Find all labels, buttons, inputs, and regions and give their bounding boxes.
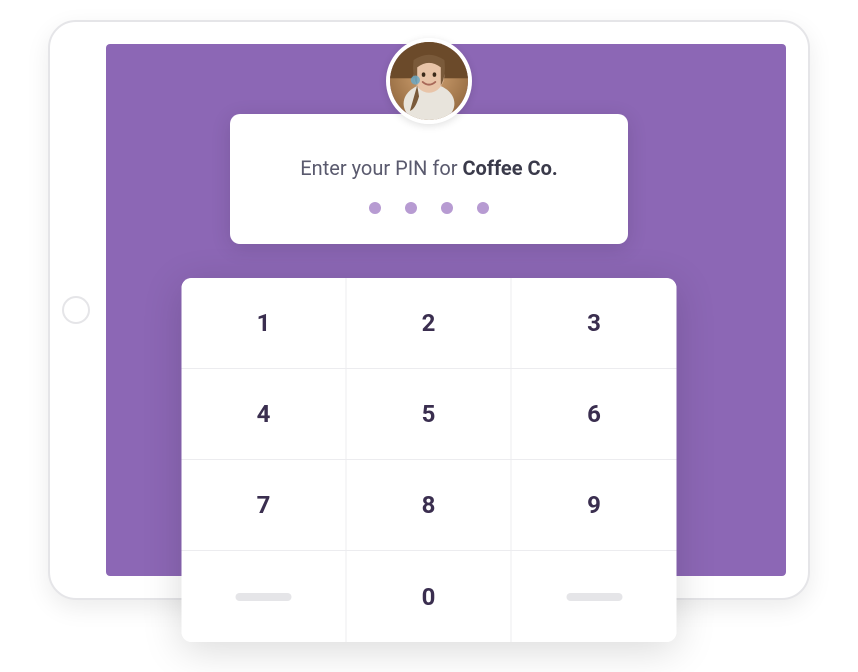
keypad-key-4[interactable]: 4 [182,369,347,460]
keypad-key-9[interactable]: 9 [512,460,677,551]
pin-dot [369,202,381,214]
keypad-key-3[interactable]: 3 [512,278,677,369]
keypad-key-8[interactable]: 8 [347,460,512,551]
keypad-key-7[interactable]: 7 [182,460,347,551]
keypad-key-5[interactable]: 5 [347,369,512,460]
pin-prompt-prefix: Enter your PIN for [300,156,462,180]
keypad-key-0[interactable]: 0 [347,551,512,642]
keypad-key-2[interactable]: 2 [347,278,512,369]
keypad-key-6[interactable]: 6 [512,369,677,460]
pin-entry-card: Enter your PIN for Coffee Co. [230,114,628,244]
keypad: 1 2 3 4 5 6 7 8 9 0 [182,278,677,642]
pin-dot [405,202,417,214]
tablet-home-button [62,296,90,324]
key-dash-icon [236,593,292,601]
pin-prompt-company: Coffee Co. [462,156,557,180]
avatar [386,38,472,124]
keypad-key-blank-right[interactable] [512,551,677,642]
keypad-key-blank-left[interactable] [182,551,347,642]
keypad-key-1[interactable]: 1 [182,278,347,369]
pin-dot [441,202,453,214]
key-dash-icon [566,593,622,601]
pin-prompt: Enter your PIN for Coffee Co. [300,156,557,180]
pin-dot [477,202,489,214]
pin-dots [369,202,489,214]
